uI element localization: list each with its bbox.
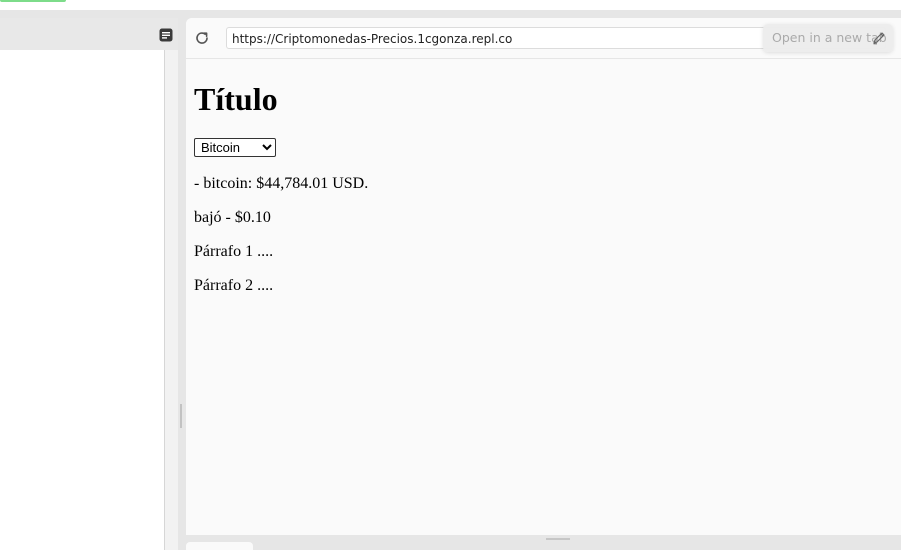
pane-splitter-handle[interactable] — [180, 404, 182, 428]
left-pane[interactable] — [0, 50, 165, 550]
page-title: Título — [194, 81, 278, 117]
active-tab-indicator — [0, 0, 66, 2]
address-bar: https://Criptomonedas-Precios.1cgonza.re… — [186, 18, 901, 59]
top-tab-strip — [0, 0, 901, 10]
app-window: https://Criptomonedas-Precios.1cgonza.re… — [0, 0, 901, 550]
pen-icon[interactable] — [872, 31, 886, 45]
left-pane-header — [0, 18, 178, 50]
left-pane-gutter — [165, 50, 178, 550]
document-icon[interactable] — [158, 27, 174, 43]
bottom-panel-bar — [186, 535, 901, 550]
paragraph-2: Párrafo 2 .... — [194, 277, 274, 294]
paragraph-1: Párrafo 1 .... — [194, 243, 274, 260]
reload-icon[interactable] — [194, 30, 210, 46]
bottom-tab[interactable] — [186, 542, 253, 550]
change-line: bajó - $0.10 — [194, 209, 271, 226]
webview-pane: https://Criptomonedas-Precios.1cgonza.re… — [186, 18, 901, 535]
price-line: - bitcoin: $44,784.01 USD. — [194, 175, 369, 192]
coin-select[interactable]: Bitcoin — [194, 138, 276, 157]
bottom-resize-handle[interactable] — [546, 538, 570, 540]
